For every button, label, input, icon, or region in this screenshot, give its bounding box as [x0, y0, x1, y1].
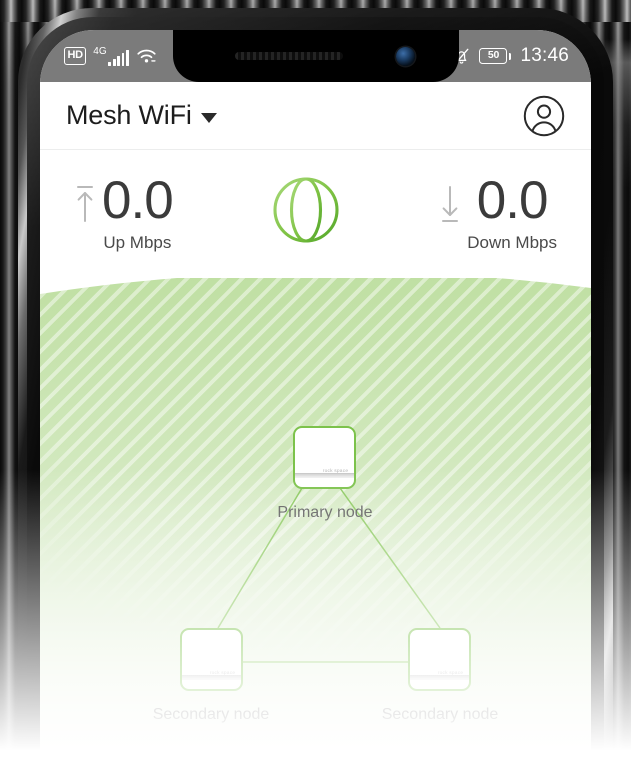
- upload-speed-value: 0.0: [102, 170, 174, 230]
- status-bar-right: 50 13:46: [453, 45, 569, 67]
- node-indicator-band: [410, 675, 469, 680]
- node-secondary-right[interactable]: rock space: [408, 628, 471, 691]
- page-title: Mesh WiFi: [66, 100, 192, 130]
- battery-indicator: 50: [479, 48, 512, 64]
- phone-screen: HD 4G 50 13:46 Mesh WiFi 0.0 Up Mbps 0.0…: [40, 30, 591, 782]
- clock-label: 13:46: [520, 45, 569, 66]
- download-arrow-icon: [439, 181, 461, 231]
- wifi-icon: [136, 48, 157, 64]
- earpiece-speaker: [234, 52, 343, 60]
- upload-arrow-icon: [74, 181, 96, 231]
- download-speed-value: 0.0: [476, 170, 549, 230]
- app-header: Mesh WiFi: [40, 82, 591, 150]
- signal-bars-icon: 4G: [93, 45, 129, 66]
- download-speed-label: Down Mbps: [467, 233, 557, 253]
- topology-connection-lines: [217, 487, 441, 663]
- screenshot-stage: HD 4G 50 13:46 Mesh WiFi 0.0 Up Mbps 0.0…: [0, 0, 631, 782]
- download-speed-text: 0.0 Down Mbps: [467, 170, 557, 254]
- node-indicator-band: [295, 473, 354, 478]
- upload-speed-text: 0.0 Up Mbps: [102, 170, 174, 254]
- node-secondary-left-label: Secondary node: [152, 706, 270, 723]
- node-secondary-right-label: Secondary node: [381, 706, 499, 723]
- network-type-label: 4G: [93, 45, 107, 57]
- node-indicator-band: [182, 675, 241, 680]
- hd-badge: HD: [64, 47, 87, 65]
- upload-speed-block: 0.0 Up Mbps: [74, 170, 174, 254]
- node-primary-label: Primary node: [277, 504, 373, 521]
- front-camera: [395, 47, 415, 66]
- status-bar-left: HD 4G: [64, 45, 157, 66]
- chevron-down-icon: [200, 113, 217, 123]
- battery-level-label: 50: [479, 48, 508, 64]
- display-notch: [172, 30, 459, 82]
- globe-icon: [267, 171, 345, 249]
- node-primary[interactable]: rock space: [293, 426, 356, 489]
- node-secondary-left[interactable]: rock space: [180, 628, 243, 691]
- download-speed-block: 0.0 Down Mbps: [439, 170, 557, 254]
- upload-speed-label: Up Mbps: [103, 233, 172, 253]
- phone-device: HD 4G 50 13:46 Mesh WiFi 0.0 Up Mbps 0.0…: [18, 8, 613, 782]
- signal-bars-glyph: [108, 50, 129, 66]
- account-circle-icon[interactable]: [523, 95, 565, 137]
- mesh-topology-map: rock space Primary node rock space Secon…: [40, 266, 591, 782]
- battery-cap: [508, 52, 512, 60]
- network-selector[interactable]: Mesh WiFi: [66, 100, 217, 131]
- speed-summary-panel: 0.0 Up Mbps 0.0 Down Mbps: [40, 150, 591, 278]
